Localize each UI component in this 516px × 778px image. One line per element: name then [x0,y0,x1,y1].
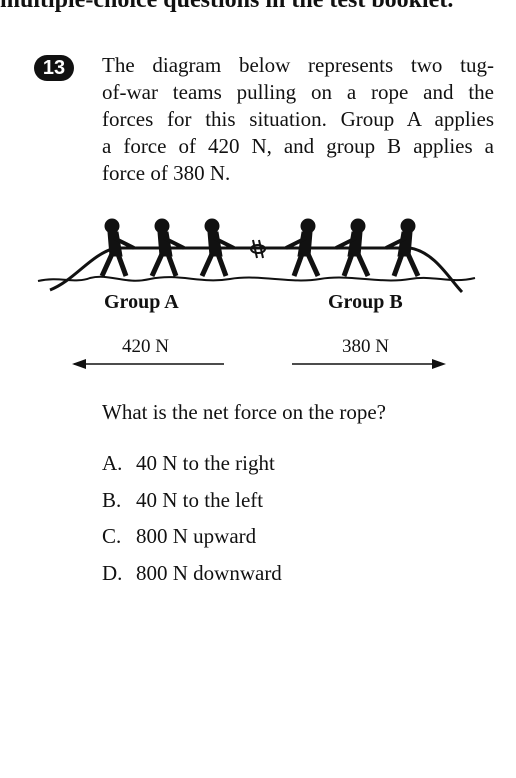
group-a-label: Group A [104,291,179,313]
question-number-badge: 13 [34,55,74,81]
stem-line: forces for this situation. Group A appli… [102,107,494,131]
person-icon [99,218,135,278]
group-a-force: 420 N [122,336,169,357]
choice-letter: B. [102,487,122,512]
arrow-left-icon [72,359,224,369]
answer-choice-a[interactable]: A. 40 N to the right [102,450,282,487]
choice-letter: C. [102,524,122,548]
group-b-label: Group B [328,291,403,313]
answer-choice-b[interactable]: B. 40 N to the left [102,487,282,524]
answer-choice-d[interactable]: D. 800 N downward [102,560,282,597]
choice-text: 800 N upward [136,524,257,548]
question-stem: The diagram below represents two tug- of… [102,52,494,187]
stem-line: force of 380 N. [102,161,231,185]
answer-choice-c[interactable]: C. 800 N upward [102,523,282,560]
stem-line: a force of 420 N, and group B applies a [102,134,494,158]
choice-text: 40 N to the right [136,451,275,475]
group-b-force: 380 N [342,336,389,357]
choice-letter: D. [102,560,123,585]
stem-line: The diagram below represents two tug- [102,53,494,77]
tug-of-war-diagram [37,218,476,369]
stem-line: of-war teams pulling on a rope and the [102,80,494,104]
answer-choices: A. 40 N to the right B. 40 N to the left C… [102,450,282,596]
header-cut-text: multiple-choice questions in the test bo… [0,0,454,13]
ground-line [37,275,476,282]
choice-text: 40 N to the left [136,487,264,512]
question-prompt: What is the net force on the rope? [102,400,386,424]
arrow-right-icon [292,359,446,369]
choice-letter: A. [102,451,123,475]
choice-text: 800 N downward [136,560,282,585]
